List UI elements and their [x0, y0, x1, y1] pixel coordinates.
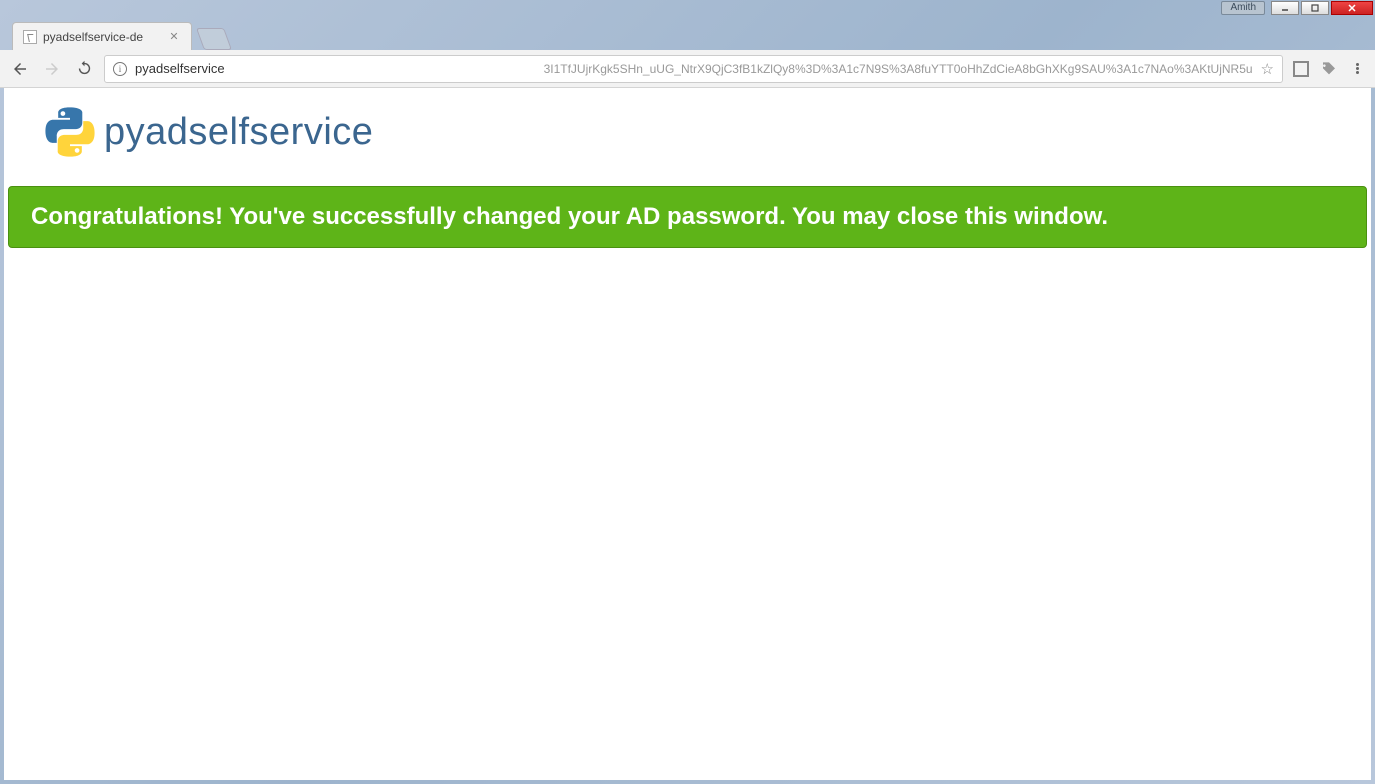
browser-window: Amith pyadselfservice-de ✕ i pyad — [0, 0, 1375, 784]
chrome-menu-button[interactable] — [1347, 59, 1367, 79]
forward-button[interactable] — [40, 57, 64, 81]
python-logo-icon — [44, 106, 96, 158]
address-bar[interactable]: i pyadselfservice 3I1TfJUjrKgk5SHn_uUG_N… — [104, 55, 1283, 83]
extension-tag-icon[interactable] — [1319, 59, 1339, 79]
success-banner: Congratulations! You've successfully cha… — [8, 186, 1367, 248]
window-titlebar: Amith — [0, 0, 1375, 16]
window-close-button[interactable] — [1331, 1, 1373, 15]
url-host: pyadselfservice — [135, 61, 536, 76]
window-maximize-button[interactable] — [1301, 1, 1329, 15]
reload-button[interactable] — [72, 57, 96, 81]
site-info-icon[interactable]: i — [113, 62, 127, 76]
tab-title: pyadselfservice-de — [43, 30, 161, 44]
app-header: pyadselfservice — [4, 88, 1371, 168]
browser-tab[interactable]: pyadselfservice-de ✕ — [12, 22, 192, 50]
url-path: 3I1TfJUjrKgk5SHn_uUG_NtrX9QjC3fB1kZlQy8%… — [544, 62, 1253, 76]
extension-stop-icon[interactable] — [1291, 59, 1311, 79]
page-content: pyadselfservice Congratulations! You've … — [4, 88, 1371, 780]
tab-close-button[interactable]: ✕ — [167, 30, 181, 44]
new-tab-button[interactable] — [196, 28, 232, 50]
user-badge[interactable]: Amith — [1221, 1, 1265, 15]
back-button[interactable] — [8, 57, 32, 81]
window-minimize-button[interactable] — [1271, 1, 1299, 15]
browser-toolbar: i pyadselfservice 3I1TfJUjrKgk5SHn_uUG_N… — [0, 50, 1375, 88]
banner-text: Congratulations! You've successfully cha… — [31, 203, 1108, 230]
tab-strip: pyadselfservice-de ✕ — [0, 16, 1375, 50]
app-title: pyadselfservice — [104, 111, 373, 154]
page-icon — [23, 30, 37, 44]
bookmark-star-icon[interactable]: ☆ — [1261, 60, 1274, 78]
